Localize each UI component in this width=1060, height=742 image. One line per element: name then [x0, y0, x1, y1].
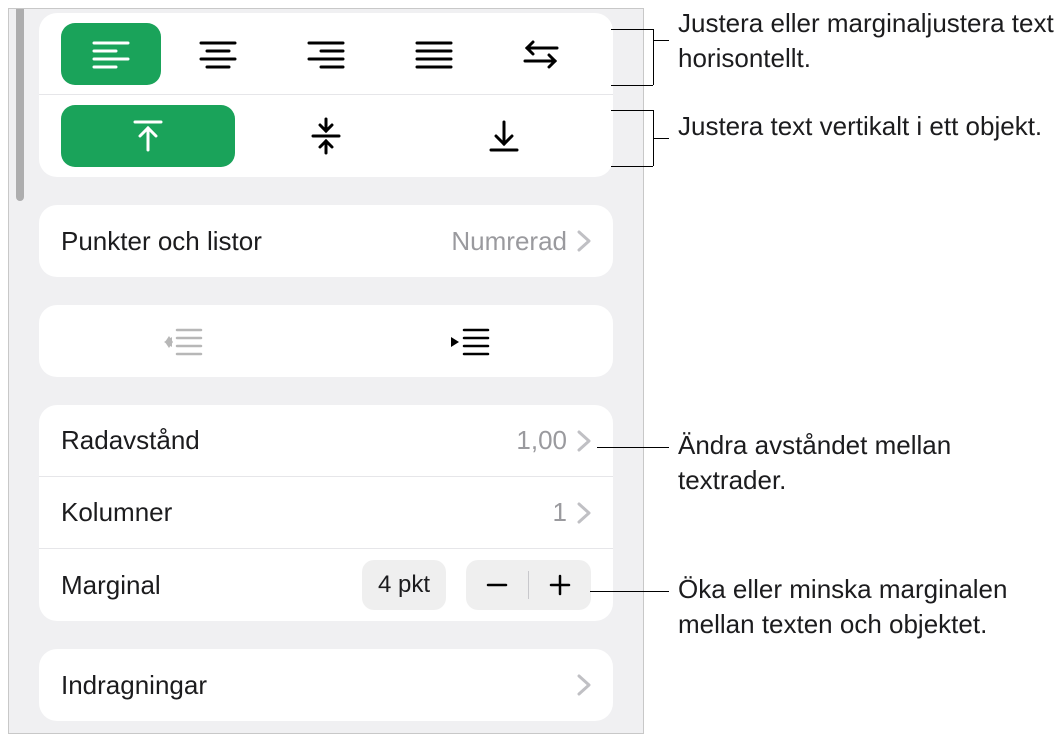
indent-row [39, 305, 613, 377]
callout-connector [611, 110, 653, 111]
line-spacing-value: 1,00 [516, 425, 567, 456]
scrollbar[interactable] [13, 8, 25, 731]
chevron-right-icon [577, 230, 591, 252]
vertical-alignment-row [39, 95, 613, 177]
align-justify-button[interactable] [384, 23, 484, 85]
alignment-card [39, 13, 613, 177]
align-left-button[interactable] [61, 23, 161, 85]
indent-card [39, 305, 613, 377]
align-center-button[interactable] [169, 23, 269, 85]
decrease-indent-icon [163, 326, 203, 356]
align-justify-icon [415, 39, 453, 69]
align-center-icon [199, 39, 237, 69]
margin-label: Marginal [61, 570, 161, 601]
callout-vertical-align: Justera text vertikalt i ett objekt. [678, 109, 1042, 144]
callout-connector [590, 591, 669, 592]
line-spacing-label: Radavstånd [61, 425, 200, 456]
bullets-label: Punkter och listor [61, 226, 262, 257]
increase-indent-button[interactable] [326, 305, 613, 377]
callout-connector [611, 166, 653, 167]
callout-connector [611, 85, 653, 86]
decrease-indent-button[interactable] [39, 305, 326, 377]
text-direction-button[interactable] [491, 23, 591, 85]
format-panel: Punkter och listor Numrerad [8, 8, 644, 734]
indents-row[interactable]: Indragningar [39, 649, 613, 721]
align-middle-button[interactable] [239, 105, 413, 167]
align-right-button[interactable] [276, 23, 376, 85]
align-top-button[interactable] [61, 105, 235, 167]
horizontal-alignment-row [39, 13, 613, 95]
text-direction-icon [521, 39, 561, 69]
margin-row: Marginal 4 pkt [39, 549, 613, 621]
chevron-right-icon [577, 674, 591, 696]
callout-connector [653, 138, 669, 139]
margin-decrease-button[interactable] [466, 560, 528, 610]
callout-connector [653, 40, 669, 41]
align-bottom-icon [489, 118, 519, 154]
minus-icon [486, 574, 508, 596]
increase-indent-icon [450, 326, 490, 356]
align-middle-icon [311, 117, 341, 155]
chevron-right-icon [577, 430, 591, 452]
callout-connector [653, 29, 654, 85]
margin-value: 4 pkt [362, 560, 446, 610]
align-left-icon [92, 39, 130, 69]
chevron-right-icon [577, 502, 591, 524]
margin-increase-button[interactable] [529, 560, 591, 610]
columns-row[interactable]: Kolumner 1 [39, 477, 613, 549]
align-top-icon [133, 118, 163, 154]
line-spacing-row[interactable]: Radavstånd 1,00 [39, 405, 613, 477]
spacing-card: Radavstånd 1,00 Kolumner 1 [39, 405, 613, 621]
bullets-lists-row[interactable]: Punkter och listor Numrerad [39, 205, 613, 277]
bullets-value: Numrerad [451, 226, 567, 257]
bullets-card: Punkter och listor Numrerad [39, 205, 613, 277]
callout-line-spacing: Ändra avståndet mellan textrader. [678, 428, 1060, 498]
columns-value: 1 [553, 497, 567, 528]
indents-card: Indragningar [39, 649, 613, 721]
indents-label: Indragningar [61, 670, 207, 701]
callout-connector [611, 29, 653, 30]
callout-connector [597, 447, 669, 448]
margin-stepper [466, 560, 591, 610]
scrollbar-thumb[interactable] [16, 8, 24, 201]
plus-icon [549, 574, 571, 596]
callout-margin: Öka eller minska marginalen mellan texte… [678, 572, 1060, 642]
callout-horizontal-align: Justera eller marginaljustera text horis… [678, 6, 1060, 76]
align-right-icon [307, 39, 345, 69]
columns-label: Kolumner [61, 497, 172, 528]
align-bottom-button[interactable] [417, 105, 591, 167]
